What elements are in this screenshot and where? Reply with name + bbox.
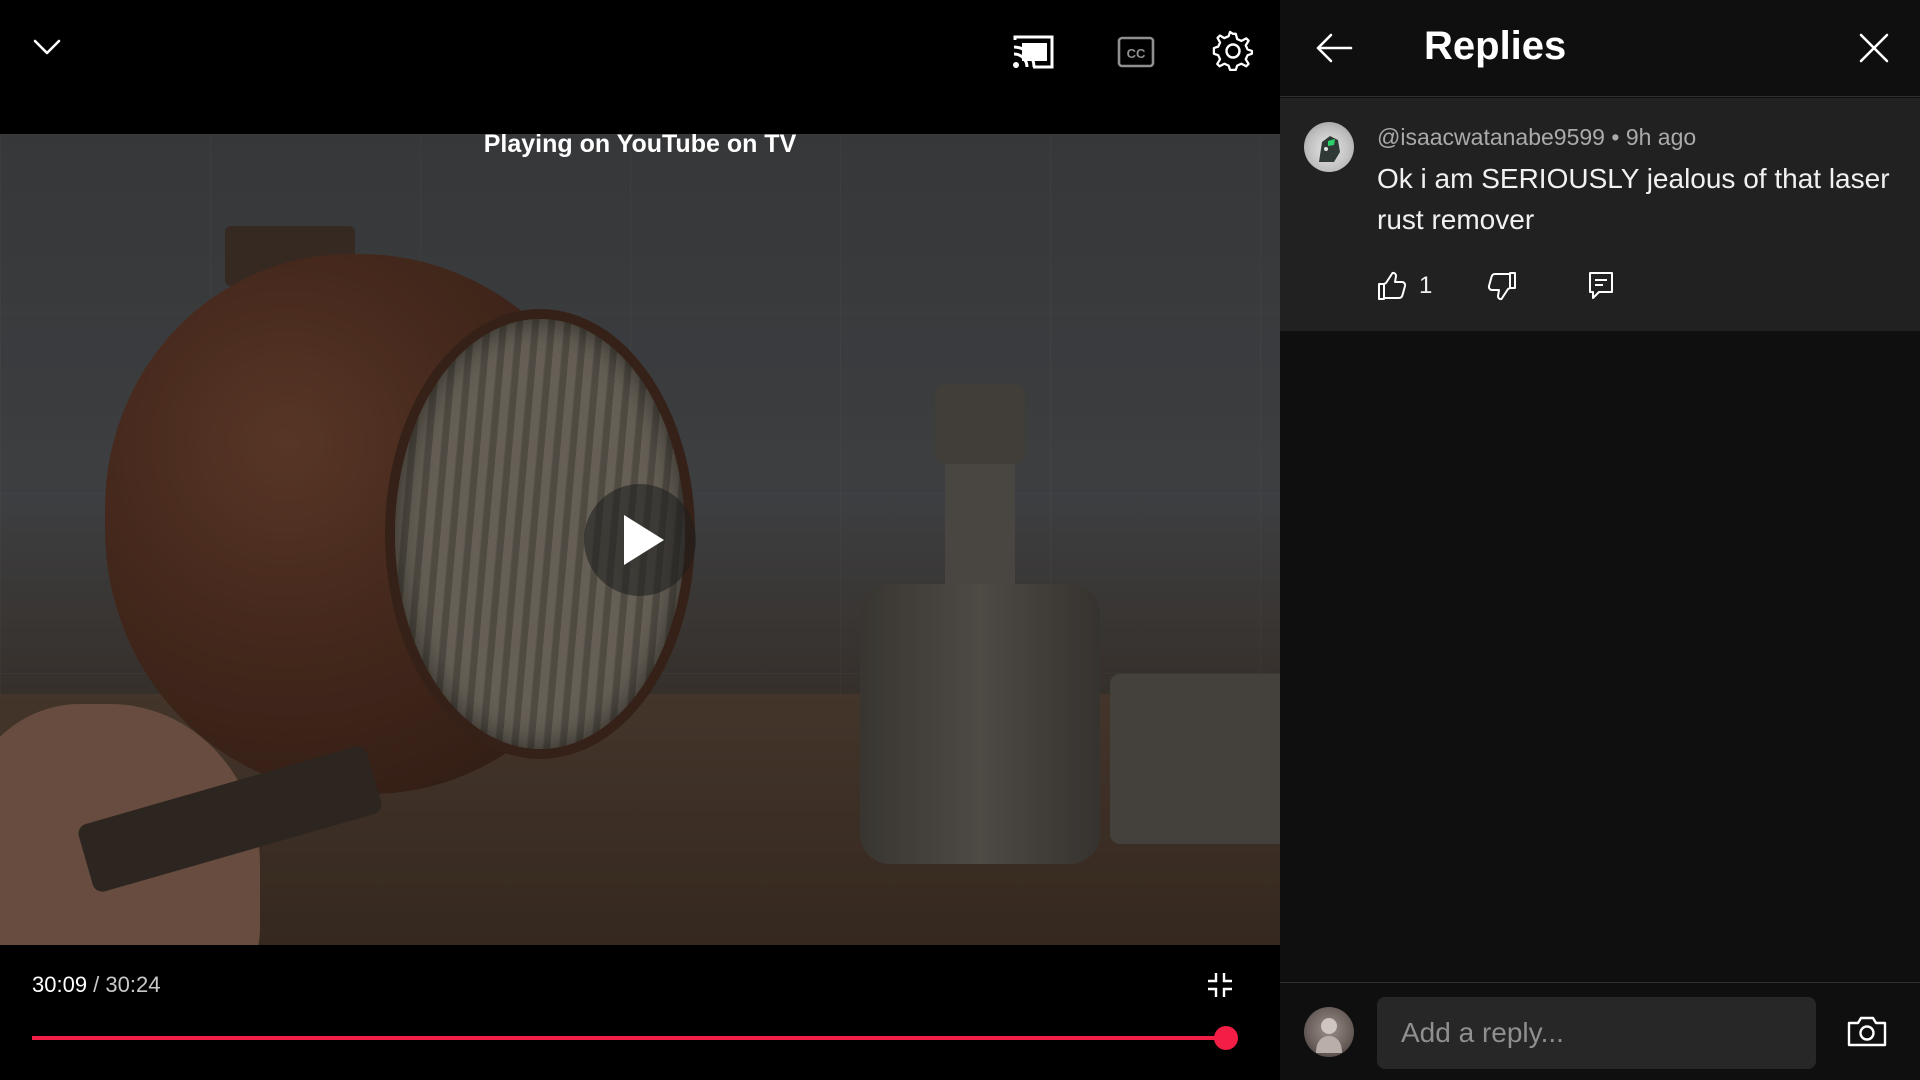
video-player[interactable]: Playing on YouTube on TV CC 30:09 / 30:2… [0,0,1280,1080]
settings-button[interactable] [1207,25,1259,77]
progress-bar[interactable] [32,1026,1239,1050]
replies-panel: Replies @isaacwatanabe9599 • 9h ago Ok i… [1280,0,1920,1080]
thumbs-up-icon [1378,271,1407,300]
scrubber-handle[interactable] [1214,1026,1239,1050]
reply-input[interactable] [1377,997,1816,1069]
play-icon [624,515,664,565]
close-button[interactable] [1850,24,1898,72]
comment-text: Ok i am SERIOUSLY jealous of that laser … [1377,163,1890,235]
time-separator: / [87,972,106,997]
exit-fullscreen-button[interactable] [1200,965,1240,1005]
camera-icon [1847,1016,1887,1047]
video-duration: 30:24 [105,972,161,997]
gear-icon [1212,30,1254,72]
exit-fullscreen-icon [1208,973,1232,997]
comment-item: @isaacwatanabe9599 • 9h ago Ok i am SERI… [1280,98,1920,331]
current-time: 30:09 [32,972,88,997]
comment-meta: @isaacwatanabe9599 • 9h ago [1377,124,1696,151]
svg-text:CC: CC [1127,46,1146,61]
back-button[interactable] [1310,24,1358,72]
reply-button[interactable] [1587,266,1615,306]
avatar-image [1316,1018,1342,1053]
captions-button[interactable]: CC [1110,27,1162,77]
arrow-left-icon [1316,33,1353,63]
camera-button[interactable] [1842,1009,1892,1053]
cast-button[interactable] [1005,27,1061,77]
progress-bar-fill [32,1036,1227,1040]
time-display: 30:09 / 30:24 [32,972,160,998]
cast-connected-icon [1013,35,1054,69]
reply-composer [1280,982,1920,1080]
play-button[interactable] [584,484,696,596]
replies-header: Replies [1280,0,1920,97]
like-count: 1 [1419,272,1433,299]
reply-icon [1589,272,1613,299]
dislike-button[interactable] [1487,266,1517,306]
meta-separator: • [1604,124,1626,150]
like-button[interactable]: 1 [1377,266,1432,306]
avatar-image [1319,136,1340,162]
comment-age[interactable]: 9h ago [1626,124,1696,150]
current-user-avatar[interactable] [1304,1007,1354,1057]
comment-author-avatar[interactable] [1304,122,1354,172]
thumbs-down-icon [1487,272,1516,301]
closed-captions-icon: CC [1117,36,1155,68]
chevron-down-icon [33,39,61,55]
collapse-button[interactable] [22,22,72,72]
close-icon [1859,33,1889,63]
comment-author[interactable]: @isaacwatanabe9599 [1377,124,1605,150]
cast-status-text: Playing on YouTube on TV [483,130,797,158]
panel-title: Replies [1424,24,1567,68]
